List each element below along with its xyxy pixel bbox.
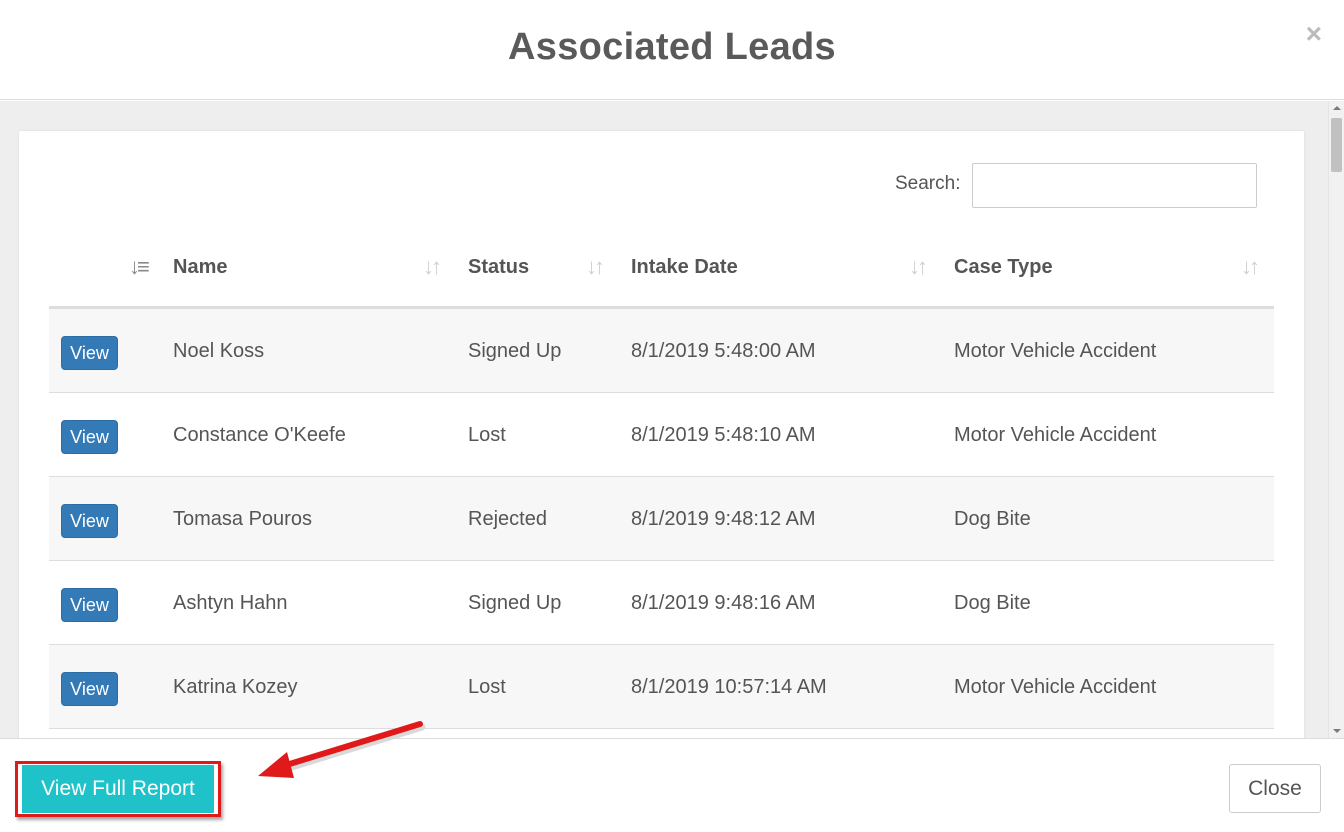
search-label: Search: <box>895 173 961 194</box>
close-icon[interactable]: × <box>1306 20 1322 48</box>
modal-scrollbar[interactable] <box>1328 101 1344 738</box>
column-header-name[interactable]: Name <box>173 256 227 279</box>
lead-name: Katrina Kozey <box>173 676 298 698</box>
lead-case-type: Motor Vehicle Accident <box>954 676 1157 698</box>
lead-name: Noel Koss <box>173 340 265 362</box>
lead-name: Ashtyn Hahn <box>173 592 288 614</box>
view-button[interactable]: View <box>61 672 118 706</box>
lead-status: Lost <box>468 676 506 698</box>
leads-table: ↓≡ Name ↓↑ Status ↓↑ Intake Date ↓↑ Case… <box>49 234 1274 729</box>
lead-intake-date: 8/1/2019 5:48:10 AM <box>631 424 816 446</box>
lead-status: Lost <box>468 424 506 446</box>
lead-status: Signed Up <box>468 592 562 614</box>
lead-case-type: Motor Vehicle Accident <box>954 340 1157 362</box>
modal-body: Search: ↓≡ Name ↓↑ Status ↓↑ Intake Date… <box>0 101 1328 738</box>
associated-leads-modal: Associated Leads × Search: ↓≡ Name ↓↑ St… <box>0 0 1344 832</box>
leads-panel: Search: ↓≡ Name ↓↑ Status ↓↑ Intake Date… <box>19 131 1304 738</box>
scroll-up-icon[interactable] <box>1333 106 1341 110</box>
table-header: ↓≡ Name ↓↑ Status ↓↑ Intake Date ↓↑ Case… <box>49 234 1274 309</box>
lead-intake-date: 8/1/2019 10:57:14 AM <box>631 676 827 698</box>
sort-both-icon[interactable]: ↓↑ <box>909 254 928 280</box>
lead-case-type: Motor Vehicle Accident <box>954 424 1157 446</box>
view-full-report-button[interactable]: View Full Report <box>22 765 214 813</box>
lead-intake-date: 8/1/2019 9:48:16 AM <box>631 592 816 614</box>
lead-case-type: Dog Bite <box>954 592 1031 614</box>
lead-name: Constance O'Keefe <box>173 424 346 446</box>
column-header-intake-date[interactable]: Intake Date <box>631 256 738 279</box>
close-button[interactable]: Close <box>1229 764 1321 813</box>
search-input[interactable] <box>972 163 1257 208</box>
view-button[interactable]: View <box>61 504 118 538</box>
lead-case-type: Dog Bite <box>954 508 1031 530</box>
table-row: View Katrina Kozey Lost 8/1/2019 10:57:1… <box>49 645 1274 729</box>
table-row: View Tomasa Pouros Rejected 8/1/2019 9:4… <box>49 477 1274 561</box>
modal-header: Associated Leads × <box>0 0 1344 100</box>
column-header-status[interactable]: Status <box>468 256 529 279</box>
lead-status: Rejected <box>468 508 547 530</box>
sort-both-icon[interactable]: ↓↑ <box>1241 254 1260 280</box>
view-button[interactable]: View <box>61 420 118 454</box>
modal-footer: View Full Report Close <box>0 738 1344 832</box>
scroll-down-icon[interactable] <box>1333 729 1341 733</box>
lead-status: Signed Up <box>468 340 562 362</box>
table-row: View Constance O'Keefe Lost 8/1/2019 5:4… <box>49 393 1274 477</box>
lead-name: Tomasa Pouros <box>173 508 312 530</box>
sort-both-icon[interactable]: ↓↑ <box>423 254 442 280</box>
view-button[interactable]: View <box>61 588 118 622</box>
table-row: View Ashtyn Hahn Signed Up 8/1/2019 9:48… <box>49 561 1274 645</box>
modal-title: Associated Leads <box>508 26 836 68</box>
column-header-case-type[interactable]: Case Type <box>954 256 1053 279</box>
sort-both-icon[interactable]: ↓↑ <box>586 254 605 280</box>
lead-intake-date: 8/1/2019 9:48:12 AM <box>631 508 816 530</box>
lead-intake-date: 8/1/2019 5:48:00 AM <box>631 340 816 362</box>
scroll-thumb[interactable] <box>1331 118 1342 172</box>
view-button[interactable]: View <box>61 336 118 370</box>
sort-amount-asc-icon[interactable]: ↓≡ <box>129 254 150 280</box>
table-row: View Noel Koss Signed Up 8/1/2019 5:48:0… <box>49 309 1274 393</box>
